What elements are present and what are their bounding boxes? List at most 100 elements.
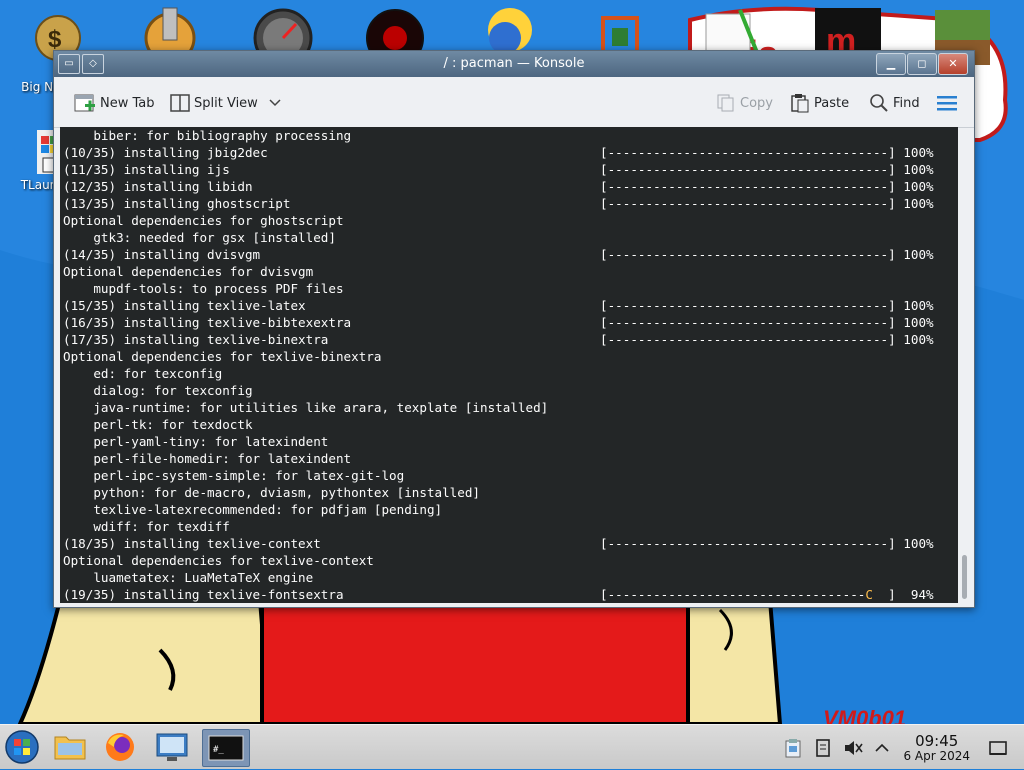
split-view-label: Split View — [194, 95, 258, 111]
new-tab-icon — [74, 94, 95, 112]
find-label: Find — [893, 95, 920, 111]
terminal-line: biber: for bibliography processing — [63, 127, 351, 144]
folder-icon — [54, 736, 86, 760]
terminal-line: java-runtime: for utilities like arara, … — [63, 399, 548, 416]
terminal-line-text: biber: for bibliography processing — [63, 128, 352, 143]
terminal-line-text: (19/35) installing texlive-fontsextra — [63, 587, 344, 602]
terminal-line: perl-yaml-tiny: for latexindent — [63, 433, 328, 450]
terminal-line-text: Optional dependencies for texlive-binext… — [63, 349, 382, 364]
progress-bar-filled: [---------------------------------- — [600, 587, 866, 602]
progress-bar-text: [-------------------------------------] … — [600, 536, 934, 551]
terminal-line-text: perl-ipc-system-simple: for latex-git-lo… — [63, 468, 405, 483]
window-title: / : pacman — Konsole — [443, 56, 585, 71]
progress-bar-text: [-------------------------------------] … — [600, 162, 934, 177]
terminal-line: (14/35) installing dvisvgm [-------------… — [63, 246, 934, 263]
find-button[interactable]: Find — [869, 92, 920, 114]
terminal-line: (18/35) installing texlive-context [-----… — [63, 535, 934, 552]
terminal-line: (17/35) installing texlive-binextra [----… — [63, 331, 934, 348]
terminal-line: mupdf-tools: to process PDF files — [63, 280, 344, 297]
terminal-output[interactable]: biber: for bibliography processing (10/35… — [60, 127, 958, 603]
progress-bar-text: [----------------------------------C ] 9… — [600, 586, 934, 603]
terminal-line-text: (16/35) installing texlive-bibtexextra — [63, 315, 352, 330]
chevron-down-icon — [269, 99, 281, 107]
terminal-line-text: perl-yaml-tiny: for latexindent — [63, 434, 329, 449]
taskbar-system-monitor[interactable] — [152, 729, 192, 765]
notifications-tray-icon[interactable] — [814, 738, 832, 758]
svg-text:#_: #_ — [213, 745, 224, 755]
konsole-window: ▭ ◇ / : pacman — Konsole ▁ ◻ ✕ New Tab S… — [53, 50, 975, 608]
scrollbar-thumb[interactable] — [962, 555, 967, 599]
windows-logo-icon — [5, 730, 39, 764]
clipboard-tray-icon[interactable] — [784, 738, 802, 758]
copy-label: Copy — [740, 95, 773, 111]
terminal-line-text: perl-tk: for texdoctk — [63, 417, 253, 432]
clock[interactable]: 09:45 6 Apr 2024 — [903, 733, 970, 763]
minimize-button[interactable]: ▁ — [876, 53, 906, 75]
terminal-line-text: (14/35) installing dvisvgm — [63, 247, 261, 262]
maximize-button[interactable]: ◻ — [907, 53, 937, 75]
terminal-line: Optional dependencies for dvisvgm — [63, 263, 313, 280]
hamburger-menu-button[interactable] — [936, 92, 958, 114]
terminal-icon: #_ — [208, 735, 244, 761]
copy-button[interactable]: Copy — [716, 92, 773, 114]
paste-button[interactable]: Paste — [790, 92, 849, 114]
terminal-line-text: Optional dependencies for ghostscript — [63, 213, 344, 228]
new-tab-button[interactable]: New Tab — [74, 92, 155, 114]
taskbar-firefox[interactable] — [100, 729, 140, 765]
terminal-current-line: (19/35) installing texlive-fontsextra [--… — [63, 586, 934, 603]
terminal-line: (11/35) installing ijs [-----------------… — [63, 161, 934, 178]
start-button[interactable] — [2, 729, 42, 765]
terminal-line: (16/35) installing texlive-bibtexextra [-… — [63, 314, 934, 331]
terminal-line-text: Optional dependencies for dvisvgm — [63, 264, 314, 279]
search-icon — [870, 94, 888, 112]
show-desktop-icon[interactable] — [988, 738, 1008, 758]
monitor-icon — [156, 733, 188, 761]
paste-label: Paste — [814, 95, 850, 111]
terminal-line: (12/35) installing libidn [--------------… — [63, 178, 934, 195]
split-view-button[interactable]: Split View — [170, 92, 282, 114]
terminal-line: perl-ipc-system-simple: for latex-git-lo… — [63, 467, 404, 484]
terminal-line: texlive-latexrecommended: for pdfjam [pe… — [63, 501, 442, 518]
close-button[interactable]: ✕ — [938, 53, 968, 75]
progress-bar-text: [-------------------------------------] … — [600, 179, 934, 194]
terminal-line-text: perl-file-homedir: for latexindent — [63, 451, 352, 466]
terminal-line-text: (10/35) installing jbig2dec — [63, 145, 268, 160]
chevron-up-icon[interactable] — [874, 738, 890, 758]
terminal-line-text: java-runtime: for utilities like arara, … — [63, 400, 549, 415]
terminal-line-text: (17/35) installing texlive-binextra — [63, 332, 329, 347]
terminal-line-text: gtk3: needed for gsx [installed] — [63, 230, 336, 245]
terminal-line-text: mupdf-tools: to process PDF files — [63, 281, 344, 296]
terminal-line-text: (11/35) installing ijs — [63, 162, 230, 177]
terminal-line: perl-file-homedir: for latexindent — [63, 450, 351, 467]
terminal-line-text: Optional dependencies for texlive-contex… — [63, 553, 374, 568]
progress-bar-text: [-------------------------------------] … — [600, 298, 934, 313]
toolbar: New Tab Split View Copy Paste Find — [54, 77, 974, 128]
terminal-line: Optional dependencies for texlive-contex… — [63, 552, 374, 569]
terminal-line: ed: for texconfig — [63, 365, 222, 382]
clock-time: 09:45 — [915, 732, 959, 750]
progress-bar-text: [-------------------------------------] … — [600, 247, 934, 262]
terminal-line: (13/35) installing ghostscript [---------… — [63, 195, 934, 212]
pacman-cursor: C — [865, 587, 873, 602]
progress-bar-text: [-------------------------------------] … — [600, 145, 934, 160]
terminal-line: Optional dependencies for ghostscript — [63, 212, 344, 229]
volume-muted-icon[interactable] — [843, 738, 863, 758]
terminal-line: python: for de-macro, dviasm, pythontex … — [63, 484, 480, 501]
terminal-line-text: texlive-latexrecommended: for pdfjam [pe… — [63, 502, 443, 517]
hamburger-menu-icon — [937, 96, 957, 111]
terminal-line-text: (15/35) installing texlive-latex — [63, 298, 306, 313]
taskbar-file-manager[interactable] — [50, 729, 90, 765]
terminal-scrollbar[interactable] — [960, 127, 970, 603]
progress-bar-text: [-------------------------------------] … — [600, 332, 934, 347]
taskbar-konsole[interactable]: #_ — [202, 729, 250, 767]
terminal-line-text: ed: for texconfig — [63, 366, 223, 381]
title-bar[interactable]: ▭ ◇ / : pacman — Konsole ▁ ◻ ✕ — [54, 51, 974, 77]
terminal-line-text: (12/35) installing libidn — [63, 179, 253, 194]
terminal-line: luametatex: LuaMetaTeX engine — [63, 569, 313, 586]
taskbar: #_ 09:45 6 Apr 2024 — [0, 724, 1024, 769]
terminal-line-text: (13/35) installing ghostscript — [63, 196, 291, 211]
terminal-line: dialog: for texconfig — [63, 382, 252, 399]
terminal-line: (15/35) installing texlive-latex [-------… — [63, 297, 934, 314]
terminal-line-text: luametatex: LuaMetaTeX engine — [63, 570, 314, 585]
terminal-line-text: wdiff: for texdiff — [63, 519, 230, 534]
